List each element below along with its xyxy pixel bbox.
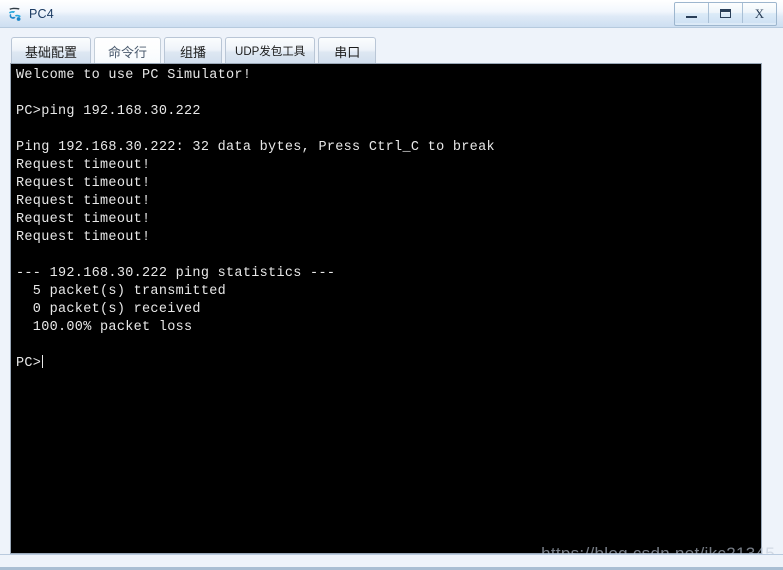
pc-simulator-icon — [7, 6, 24, 23]
terminal-line: Welcome to use PC Simulator! — [16, 68, 252, 83]
tab-label: 组播 — [180, 44, 207, 60]
window-controls: X — [674, 2, 777, 26]
text-cursor — [42, 355, 44, 368]
title-bar: PC4 X — [0, 0, 783, 28]
maximize-icon — [720, 8, 731, 18]
terminal-line: Request timeout! — [16, 158, 151, 173]
window-title: PC4 — [29, 6, 54, 21]
tab-label: UDP发包工具 — [235, 46, 306, 58]
tab-command-line[interactable]: 命令行 — [94, 37, 162, 64]
terminal-line: 0 packet(s) received — [16, 302, 201, 317]
tab-multicast[interactable]: 组播 — [164, 37, 223, 64]
terminal-line: Request timeout! — [16, 230, 151, 245]
terminal-line: Request timeout! — [16, 176, 151, 191]
tab-label: 命令行 — [108, 44, 148, 60]
terminal-line: --- 192.168.30.222 ping statistics --- — [16, 266, 336, 281]
terminal-line: 5 packet(s) transmitted — [16, 284, 227, 299]
terminal-panel[interactable]: Welcome to use PC Simulator! PC>ping 192.… — [10, 63, 762, 554]
terminal-line: Request timeout! — [16, 194, 151, 209]
minimize-button[interactable] — [675, 3, 709, 23]
tab-list: 基础配置 命令行 组播 UDP发包工具 串口 — [11, 36, 379, 64]
terminal-line: PC>ping 192.168.30.222 — [16, 104, 201, 119]
terminal-line: 100.00% packet loss — [16, 320, 193, 335]
tab-udp-packet-tool[interactable]: UDP发包工具 — [225, 37, 316, 64]
close-icon: X — [754, 5, 765, 21]
tab-basic-config[interactable]: 基础配置 — [11, 37, 92, 64]
tab-label: 基础配置 — [25, 44, 78, 60]
tab-label: 串口 — [334, 44, 361, 60]
minimize-icon — [686, 15, 697, 18]
tab-serial-port[interactable]: 串口 — [318, 37, 377, 64]
terminal-line: Ping 192.168.30.222: 32 data bytes, Pres… — [16, 140, 495, 155]
terminal-line: PC> — [16, 355, 44, 371]
title-bar-left: PC4 — [7, 4, 54, 24]
tab-strip: 基础配置 命令行 组播 UDP发包工具 串口 — [0, 28, 783, 64]
close-button[interactable]: X — [743, 3, 776, 23]
pc4-window: PC4 X 基础配置 命令行 组播 UDP发包工具 串口 Welcome to … — [0, 0, 783, 570]
terminal-output[interactable]: Welcome to use PC Simulator! PC>ping 192.… — [11, 64, 761, 373]
maximize-button[interactable] — [709, 3, 743, 23]
window-bottom-strip — [0, 554, 783, 570]
terminal-line: Request timeout! — [16, 212, 151, 227]
